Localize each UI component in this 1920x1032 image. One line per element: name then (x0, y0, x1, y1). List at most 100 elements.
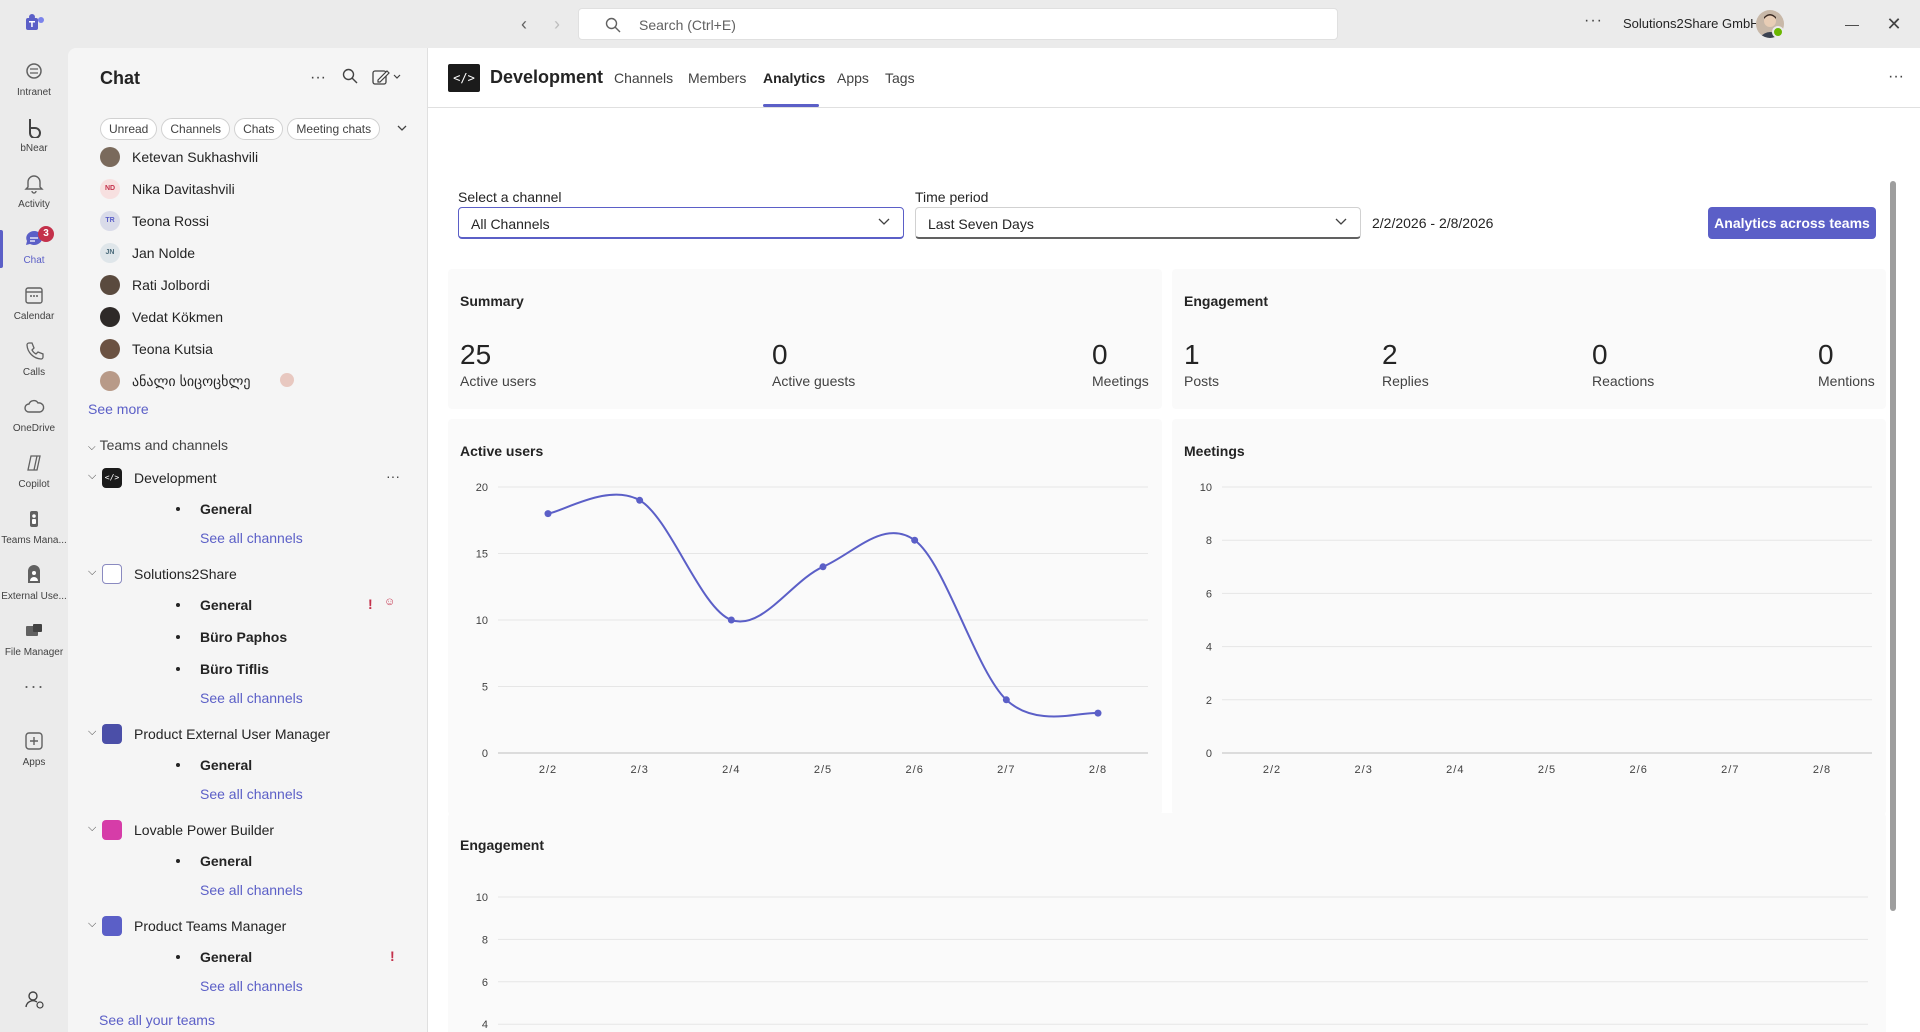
more-options-icon[interactable]: ··· (1584, 12, 1603, 30)
help-people-icon[interactable] (0, 982, 68, 1022)
y-tick-label: 4 (482, 1019, 488, 1031)
y-tick-label: 5 (482, 682, 488, 694)
rail-item-calendar[interactable]: Calendar (0, 278, 68, 332)
channel-item[interactable]: General (108, 750, 427, 780)
stat-active-users: 25 Active users (460, 339, 537, 389)
data-point (819, 563, 827, 571)
phone-icon (26, 342, 44, 360)
filter-meeting-chats[interactable]: Meeting chats (287, 118, 381, 140)
new-chat-icon[interactable] (372, 68, 402, 88)
data-point (1002, 696, 1010, 704)
apps-add-icon (25, 732, 43, 750)
team-logo-icon: </> (448, 64, 480, 92)
channel-item[interactable]: Büro Tiflis (108, 654, 427, 684)
date-range: 2/2/2026 - 2/8/2026 (1372, 215, 1494, 231)
rail-item-calls[interactable]: Calls (0, 334, 68, 388)
avatar: ND (100, 179, 120, 199)
filter-unread[interactable]: Unread (100, 118, 158, 140)
channel-item[interactable]: General ! (108, 942, 427, 972)
search-icon[interactable] (340, 68, 360, 88)
meetings-chart: 0 2 4 6 8 10 2/2 2/3 2/4 2/5 2/6 2/7 2/8 (1200, 482, 1872, 776)
team-product-external-user-manager[interactable]: ⌵ Product External User Manager (88, 718, 418, 750)
teams-section-header[interactable]: ⌵ Teams and channels (88, 437, 228, 453)
chevron-down-icon: ⌵ (88, 442, 96, 453)
chevron-down-icon (877, 214, 891, 231)
rail-item-bnear[interactable]: bNear (0, 110, 68, 164)
org-name[interactable]: Solutions2Share GmbH (1623, 16, 1760, 31)
back-arrow-icon[interactable]: ‹ (512, 12, 536, 36)
forward-arrow-icon[interactable]: › (545, 12, 569, 36)
minimize-button[interactable] (1840, 12, 1864, 36)
rail-item-external-user[interactable]: External Use... (0, 558, 68, 612)
chevron-down-icon: ⌵ (88, 918, 97, 930)
rail-item-apps[interactable]: Apps (0, 724, 68, 778)
see-all-channels-link[interactable]: See all channels (200, 882, 303, 898)
page-title: Development (490, 67, 604, 87)
stat-posts: 1 Posts (1184, 339, 1220, 389)
data-point (911, 536, 919, 544)
y-tick-label: 4 (1206, 642, 1212, 654)
analytics-across-teams-button[interactable]: Analytics across teams (1708, 207, 1876, 239)
series-line (547, 493, 1099, 718)
tab-apps[interactable]: Apps (837, 70, 869, 86)
team-logo-icon (102, 724, 122, 744)
urgent-icon: ! (390, 948, 395, 964)
avatar: JN (100, 243, 120, 263)
period-select-label: Time period (915, 189, 989, 205)
teams-logo-icon (26, 14, 44, 30)
chevron-down-icon[interactable] (392, 120, 412, 140)
card-title: Engagement (1184, 293, 1269, 309)
more-options-icon[interactable]: ··· (308, 68, 328, 88)
rail-item-chat[interactable]: 3 Chat (0, 222, 68, 276)
more-options-icon[interactable]: ··· (386, 468, 400, 484)
team-development[interactable]: ⌵ </> Development ··· (88, 462, 418, 494)
x-tick-label: 2/5 (814, 764, 832, 776)
tab-analytics[interactable]: Analytics (763, 70, 825, 86)
see-all-channels-link[interactable]: See all channels (200, 978, 303, 994)
team-product-teams-manager[interactable]: ⌵ Product Teams Manager (88, 910, 418, 942)
x-tick-label: 2/8 (1813, 764, 1831, 776)
more-apps-icon[interactable]: ··· (0, 670, 68, 704)
channel-select[interactable]: All Channels (458, 207, 904, 239)
channel-item[interactable]: General (108, 494, 427, 524)
active-tab-indicator (763, 104, 819, 107)
y-tick-label: 8 (1206, 535, 1212, 547)
see-all-teams-link[interactable]: See all your teams (99, 1012, 215, 1028)
copilot-icon (27, 455, 41, 471)
rail-item-onedrive[interactable]: OneDrive (0, 390, 68, 444)
rail-item-copilot[interactable]: Copilot (0, 446, 68, 500)
scrollbar[interactable] (1890, 181, 1896, 911)
filter-chats[interactable]: Chats (234, 118, 284, 140)
tab-members[interactable]: Members (688, 70, 746, 86)
see-all-channels-link[interactable]: See all channels (200, 690, 303, 706)
y-tick-label: 6 (1206, 588, 1212, 600)
see-more-link[interactable]: See more (88, 401, 149, 417)
rail-item-teams-manager[interactable]: Teams Mana... (0, 502, 68, 556)
see-all-channels-link[interactable]: See all channels (200, 530, 303, 546)
rail-item-file-manager[interactable]: File Manager (0, 614, 68, 668)
close-icon[interactable]: ✕ (1882, 12, 1906, 36)
period-select[interactable]: Last Seven Days (915, 207, 1361, 239)
search-input[interactable]: Search (Ctrl+E) (578, 8, 1338, 40)
chevron-down-icon: ⌵ (88, 726, 97, 738)
tab-channels[interactable]: Channels (614, 70, 673, 86)
stat-mentions: 0 Mentions (1818, 339, 1875, 389)
x-tick-label: 2/7 (1721, 764, 1739, 776)
filter-channels[interactable]: Channels (161, 118, 231, 140)
channel-item[interactable]: Büro Paphos (108, 622, 427, 652)
channel-item[interactable]: General (108, 846, 427, 876)
x-tick-label: 2/5 (1538, 764, 1556, 776)
search-placeholder: Search (Ctrl+E) (639, 17, 736, 33)
team-lovable-power-builder[interactable]: ⌵ Lovable Power Builder (88, 814, 418, 846)
teams-manager-icon (30, 511, 38, 527)
unread-badge: 3 (38, 226, 54, 242)
rail-item-intranet[interactable]: Intranet (0, 54, 68, 108)
team-solutions2share[interactable]: ⌵ Solutions2Share (88, 558, 418, 590)
channel-item[interactable]: General ! ☺ (108, 590, 427, 620)
active-users-card: Active users 0 5 10 15 20 2/2 2/3 2/4 2/5 2/6 2/7 2… (448, 419, 1162, 815)
tab-tags[interactable]: Tags (885, 70, 915, 86)
avatar (100, 339, 120, 359)
more-options-icon[interactable]: ··· (1888, 68, 1904, 86)
rail-item-activity[interactable]: Activity (0, 166, 68, 220)
see-all-channels-link[interactable]: See all channels (200, 786, 303, 802)
